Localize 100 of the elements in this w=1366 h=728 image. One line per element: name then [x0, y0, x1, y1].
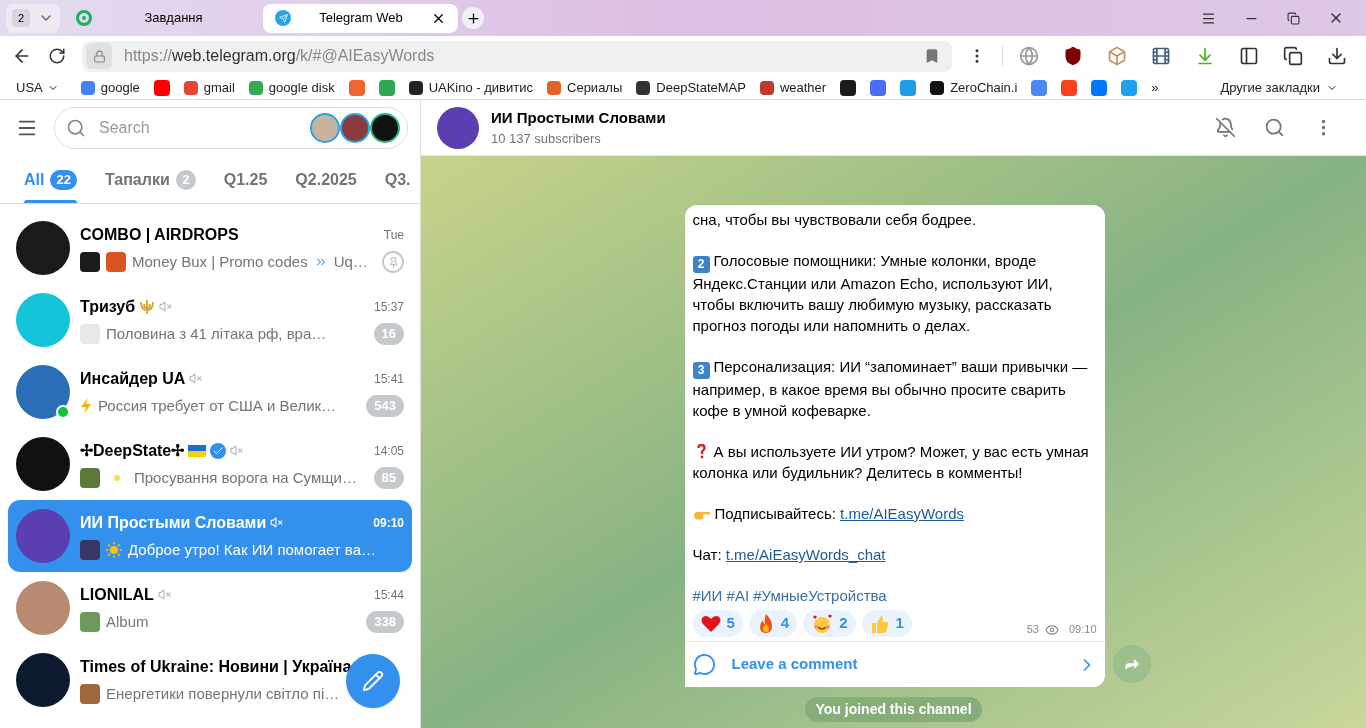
chat-preview: Album: [106, 611, 149, 632]
telegram-icon: [275, 10, 291, 26]
unread-badge: 543: [366, 395, 404, 417]
keycap-digit: 2: [692, 256, 710, 273]
chat-title: COMBO | AIRDROPS: [80, 224, 239, 245]
flag-icon: [188, 444, 207, 457]
other-bookmarks[interactable]: Другие закладки: [1220, 77, 1350, 98]
folder-tab[interactable]: Тапалки 2: [92, 156, 208, 203]
tab-counter[interactable]: 2: [12, 9, 30, 27]
chat-preview: Money Bux | Promo codes: [132, 251, 308, 272]
copy-icon[interactable]: [1283, 46, 1303, 66]
chat-title: Инсайдер UA: [80, 368, 186, 389]
channel-title: ИИ Простыми Словами: [491, 107, 667, 128]
link[interactable]: t.me/AIEasyWords: [840, 505, 964, 522]
chat-time: 15:44: [373, 586, 404, 604]
chat-time: 14:05: [373, 442, 404, 460]
keycap-digit: 3: [692, 362, 710, 379]
chat-preview: Uq…: [333, 251, 368, 272]
message-text: Подписывайтесь: t.me/AIEasyWords: [692, 503, 1097, 524]
bookmark-dropdown[interactable]: USA: [16, 77, 59, 98]
chat-list-item[interactable]: LIONILAL 15:44 Album 338: [8, 572, 412, 644]
browser-tab[interactable]: Завдання: [64, 3, 259, 33]
lightning-icon: [80, 398, 92, 414]
mute-icon[interactable]: [1215, 117, 1236, 138]
more-bookmarks[interactable]: »: [1151, 77, 1159, 98]
menu-icon[interactable]: [1201, 10, 1216, 26]
chat-time: 15:37: [373, 298, 404, 316]
download-arrow-icon[interactable]: [1195, 46, 1215, 66]
search-icon: [66, 118, 86, 138]
chat-title: Тризуб: [80, 296, 136, 317]
pointing-hand-icon: [692, 509, 711, 521]
search-field[interactable]: Search: [54, 107, 408, 149]
count-badge: 2: [175, 169, 196, 190]
comment-icon: [692, 653, 716, 676]
chat-time: Tue: [383, 226, 404, 244]
chat-list-item[interactable]: ✢DeepState✢ 14:05 Просування ворога на Сумщи… 85: [8, 428, 412, 500]
bookmark-link[interactable]: Сериалы: [547, 77, 623, 98]
chat-time: 15:41: [373, 370, 404, 388]
chat-preview: Просування ворога на Сумщи…: [134, 467, 357, 488]
target-icon: [76, 10, 92, 26]
trident-icon: [139, 298, 156, 315]
count-badge: 22: [50, 169, 77, 190]
message-time: 09:10: [1068, 621, 1097, 637]
bookmark-link[interactable]: DeepStateMAP: [636, 77, 746, 98]
chat-title: LIONILAL: [80, 584, 154, 605]
panel-icon[interactable]: [1239, 46, 1259, 66]
chat-list-item[interactable]: Тризуб 15:37 Половина з 41 літака рф, вра… 16: [8, 284, 412, 356]
address-field[interactable]: https://web.telegram.org/k/#@AIEasyWords: [82, 40, 952, 72]
chat-title: Times of Ukraine: Новини | Україна: [80, 656, 352, 677]
chat-preview: Доброе утро! Как ИИ помогает ва…: [128, 539, 376, 560]
subscriber-count: 10 137 subscribers: [491, 130, 602, 148]
message-text: Чат: t.me/AiEasyWords_chat: [692, 545, 887, 565]
bookmark-icon[interactable]: [924, 48, 940, 64]
lock-icon: [92, 49, 106, 63]
smiling-face-icon: [811, 613, 834, 634]
bookmark-link[interactable]: google: [80, 77, 140, 98]
favicon-icon[interactable]: [840, 79, 857, 96]
message-text: 3 Персонализация: ИИ “запоминает” ваши привычки — например, в какое время вы обычно просите сварить кофе в умной кофеварке.: [692, 357, 1089, 421]
folder-tab[interactable]: Q1.25: [211, 156, 280, 203]
bookmark-link[interactable]: UAKino - дивитис: [408, 77, 533, 98]
message-text: сна, чтобы вы чувствовали себя бодрее.: [692, 210, 978, 230]
url-text: https://web.telegram.org/k/#@AIEasyWords: [124, 46, 436, 66]
eye-icon: [1044, 623, 1059, 637]
bookmark-link[interactable]: gmail: [183, 77, 235, 98]
shield-icon[interactable]: [1063, 46, 1083, 66]
link[interactable]: t.me/AiEasyWords_chat: [725, 546, 886, 563]
download-icon[interactable]: [1327, 46, 1347, 66]
question-mark-icon: [696, 444, 706, 459]
chat-title: ИИ Простыми Словами: [80, 512, 267, 533]
thumbs-up-icon: [869, 613, 890, 634]
chat-preview: Енергетики повернули світло пі…: [106, 683, 340, 704]
message-text: 2 Голосовые помощники: Умные колонки, вроде Яндекс.Станции или Amazon Echo, используют ИИ, чтобы включить вашу любимую музыку, рассказать прогноз погоды или напомнить о делах.: [692, 251, 1054, 336]
unread-badge: 85: [373, 467, 404, 489]
folder-tab[interactable]: Q3.: [372, 156, 420, 203]
sun-icon: [106, 542, 122, 558]
heart-icon: [700, 614, 721, 633]
unread-badge: 16: [373, 323, 404, 345]
chat-list-item[interactable]: COMBO | AIRDROPS Tue Money Bux | Promo codes Uq…: [8, 212, 412, 284]
box-icon[interactable]: [1107, 46, 1127, 66]
chat-list-item[interactable]: Инсайдер UA 15:41 Россия требует от США и Велик… 543: [8, 356, 412, 428]
unread-badge: 338: [366, 611, 404, 633]
view-count: 53: [1026, 621, 1039, 637]
plus-icon: [465, 10, 481, 26]
browser-tab[interactable]: Telegram Web: [263, 3, 458, 33]
chat-title: ✢DeepState✢: [80, 440, 185, 461]
hashtags-text[interactable]: #ИИ #AI #УмныеУстройства: [692, 585, 1097, 606]
chat-preview: Половина з 41 літака рф, вра…: [106, 323, 327, 344]
pencil-icon: [362, 670, 384, 692]
globe-icon[interactable]: [1019, 46, 1039, 66]
film-icon[interactable]: [1151, 46, 1171, 66]
reload-icon[interactable]: [48, 47, 66, 65]
bookmark-link[interactable]: ZeroChain.i: [930, 77, 1018, 98]
restore-icon[interactable]: [1287, 11, 1300, 25]
chat-time: 09:10: [373, 514, 404, 532]
search-icon[interactable]: [1264, 117, 1285, 138]
service-message: You joined this channel: [805, 697, 982, 722]
folder-tab[interactable]: Q2.2025: [283, 156, 369, 203]
bookmark-link[interactable]: weather: [759, 77, 827, 98]
new-tab-button[interactable]: [462, 7, 484, 29]
bookmark-link[interactable]: google disk: [248, 77, 335, 98]
